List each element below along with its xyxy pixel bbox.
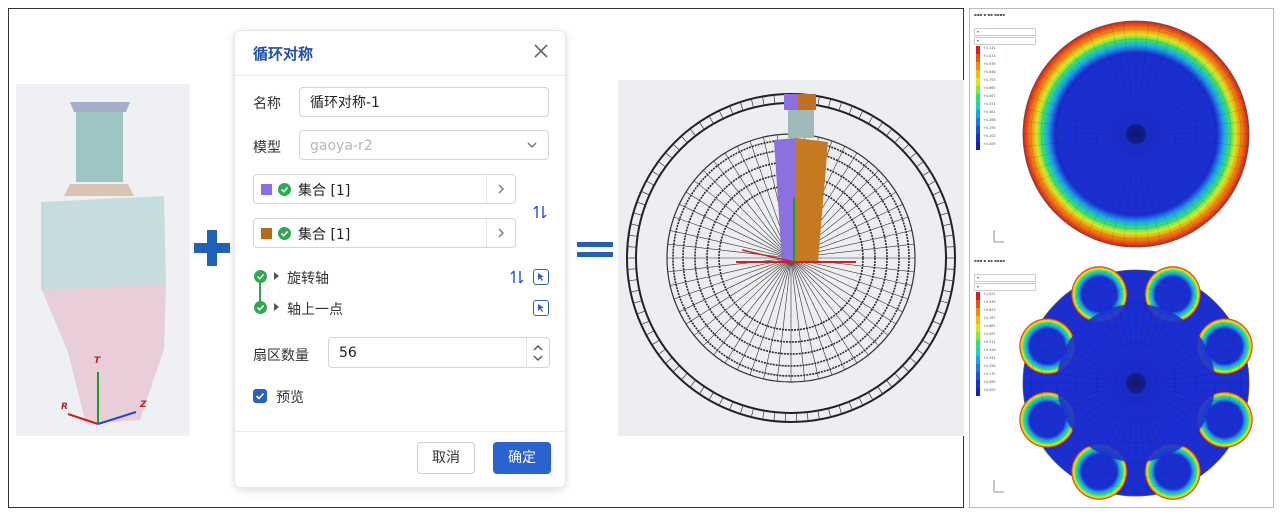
- slave-set-selector[interactable]: 集合 [1]: [253, 218, 516, 248]
- footer-divider: [235, 431, 565, 432]
- slave-set-label: 集合 [1]: [298, 227, 351, 243]
- master-set-color-swatch: [261, 184, 272, 195]
- chevron-right-icon: [498, 184, 504, 194]
- model-viewport[interactable]: [16, 84, 190, 436]
- master-set-label: 集合 [1]: [298, 183, 351, 199]
- equals-operator-icon: [577, 242, 613, 260]
- result-2-contour: [993, 266, 1253, 500]
- check-circle-icon: [278, 183, 291, 196]
- point-ok-icon: [254, 301, 267, 314]
- sector-model-drawing: [41, 102, 166, 425]
- dialog-title: 循环对称: [253, 45, 314, 63]
- reverse-axis-icon[interactable]: [509, 269, 525, 285]
- pick-point-button[interactable]: [533, 300, 549, 316]
- caret-right-icon[interactable]: [274, 303, 279, 311]
- sectors-value: 56: [339, 345, 357, 361]
- pick-axis-button[interactable]: [533, 269, 549, 285]
- r-axis-label: R: [61, 402, 68, 412]
- axis-connector: [259, 282, 261, 302]
- plus-operator-icon: [194, 230, 230, 266]
- slave-set-color-swatch: [261, 228, 272, 239]
- cursor-icon: [538, 273, 544, 281]
- master-set-expand-button[interactable]: [486, 175, 515, 203]
- check-circle-icon: [278, 227, 291, 240]
- model-select-value: gaoya-r2: [310, 138, 373, 154]
- preview-checkbox[interactable]: [253, 389, 267, 403]
- stepper-arrows-icon: [533, 345, 543, 361]
- model-label: 模型: [253, 140, 281, 156]
- t-axis-label: T: [94, 356, 101, 366]
- rotation-axis-label: 旋转轴: [287, 271, 329, 287]
- slave-set-expand-button[interactable]: [486, 219, 515, 247]
- sectors-stepper[interactable]: [526, 338, 549, 368]
- checkmark-icon: [255, 392, 265, 400]
- header-divider: [235, 75, 565, 76]
- chevron-down-icon: [527, 142, 537, 149]
- cyclic-mesh-viewport[interactable]: [618, 80, 964, 436]
- result-1-contour: [993, 20, 1250, 248]
- close-icon[interactable]: [531, 41, 551, 61]
- ok-button[interactable]: 确定: [493, 442, 551, 474]
- z-axis-label: Z: [140, 400, 147, 410]
- caret-right-icon[interactable]: [274, 272, 279, 280]
- name-label: 名称: [253, 96, 281, 112]
- preview-label: 预览: [276, 390, 304, 406]
- cyclic-mesh-drawing: [626, 93, 956, 423]
- sectors-input[interactable]: 56: [328, 337, 550, 368]
- axis-point-label: 轴上一点: [287, 302, 343, 318]
- result-panel-2: ▪▪▪ ▪ ▪▪ ▪▪▪▪ ▾ ▾ +1.022 +0.939 +0.853 +0.7…: [972, 258, 1270, 502]
- swap-sets-icon[interactable]: [532, 204, 548, 220]
- sectors-label: 扇区数量: [253, 348, 309, 364]
- master-set-selector[interactable]: 集合 [1]: [253, 174, 516, 204]
- cancel-button[interactable]: 取消: [417, 442, 475, 474]
- cursor-icon: [538, 304, 544, 312]
- chevron-right-icon: [498, 228, 504, 238]
- result-panel-1: ▪▪▪ ▪ ▪▪ ▪▪▪▪ ▾ ▾ +1.131 +1.033 +0.939 +0.8…: [972, 12, 1270, 252]
- name-input[interactable]: 循环对称-1: [299, 87, 549, 117]
- cyclic-symmetry-dialog: 循环对称 名称 循环对称-1 模型 gaoya-r2 集合 [1] 集合 [1]…: [235, 31, 565, 487]
- model-select[interactable]: gaoya-r2: [299, 130, 549, 160]
